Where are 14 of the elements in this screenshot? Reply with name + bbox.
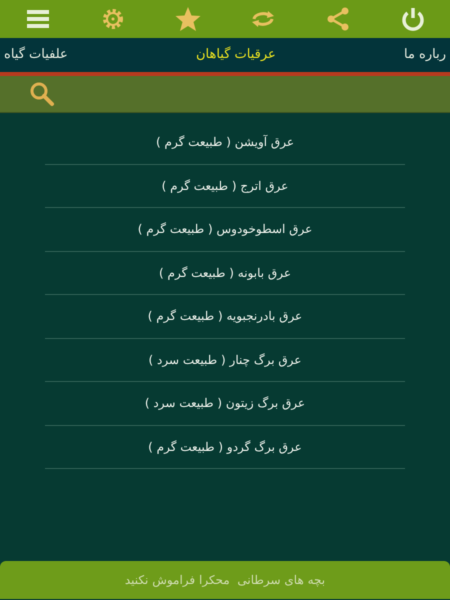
search-icon	[28, 80, 56, 108]
list-item[interactable]: عرق برگ زیتون ( طبیعت سرد )	[144, 394, 306, 412]
banner-text: بچه های سرطانی محکرا فراموش نکنید	[124, 572, 326, 589]
tab[interactable]: رباره ما	[400, 45, 450, 65]
list-item[interactable]: عرق برگ چنار ( طبیعت سرد )	[148, 350, 302, 369]
list-item[interactable]: عرق آویشن ( طبیعت گرم )	[156, 133, 294, 152]
list-item[interactable]: عرق اسطوخودوس ( طبیعت گرم )	[138, 220, 312, 238]
list-item[interactable]: عرق برگ گردو ( طبیعت گرم )	[148, 438, 302, 456]
star-icon	[174, 5, 202, 33]
list-item[interactable]: عرق اترج ( طبیعت گرم )	[162, 176, 288, 195]
tab[interactable]: علفیات گیاه	[0, 45, 72, 65]
list-item[interactable]: عرق بابونه ( طبیعت گرم )	[159, 264, 291, 282]
list-item[interactable]: عرق بادرنجبویه ( طبیعت گرم )	[148, 307, 302, 326]
tab[interactable]: عرقیات گیاهان	[192, 45, 280, 65]
